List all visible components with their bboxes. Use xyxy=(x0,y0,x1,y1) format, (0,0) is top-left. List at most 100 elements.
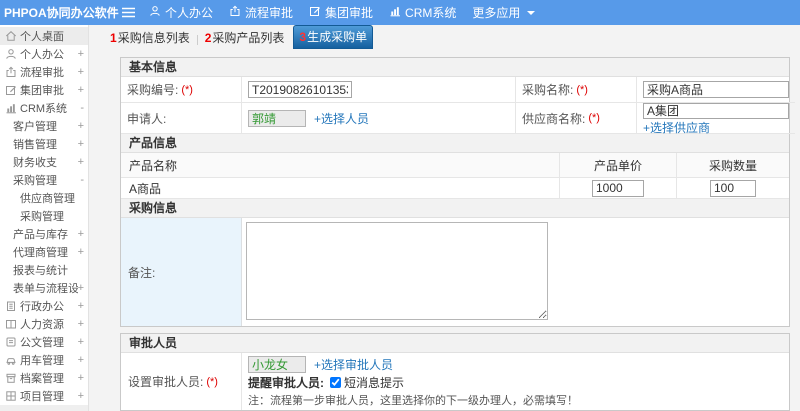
hamburger-menu-icon[interactable] xyxy=(122,7,135,18)
sidebar-item-product-inventory[interactable]: 产品与库存 + xyxy=(0,225,88,243)
expand-plus-icon[interactable]: + xyxy=(78,246,84,258)
sidebar-item-supplier-mgmt[interactable]: 供应商管理 xyxy=(0,189,88,207)
crm-chart-icon xyxy=(5,102,17,114)
car-icon xyxy=(5,354,17,366)
sidebar-item-purchase-mgmt[interactable]: 采购管理 - xyxy=(0,171,88,189)
col-header-qty: 采购数量 xyxy=(677,153,789,178)
sidebar-item-archive-mgmt[interactable]: 档案管理 + xyxy=(0,369,88,387)
sms-remind-label: 短消息提示 xyxy=(344,376,405,390)
expand-plus-icon[interactable]: + xyxy=(78,156,84,168)
sidebar-item-agent-mgmt[interactable]: 代理商管理 + xyxy=(0,243,88,261)
remark-label: 备注: xyxy=(121,218,242,326)
tab-purchase-product-list[interactable]: 2 采购产品列表 xyxy=(200,27,290,49)
purchase-no-input[interactable] xyxy=(248,81,352,98)
product-name-cell: A商品 xyxy=(121,178,560,199)
nav-more-apps[interactable]: 更多应用 xyxy=(472,4,536,21)
section-header-approver: 审批人员 xyxy=(121,334,789,353)
nav-crm-system[interactable]: CRM系统 xyxy=(389,4,456,21)
sidebar-item-flow-approval[interactable]: 流程审批 + xyxy=(0,63,88,81)
topbar: PHPOA协同办公软件 个人办公 流程审批 集团审批 CRM系统 更多应用 xyxy=(0,0,800,25)
purchase-name-label: 采购名称: (*) xyxy=(516,77,637,103)
sidebar-item-reports-stats[interactable]: 报表与统计 xyxy=(0,261,88,279)
applicant-label: 申请人: xyxy=(121,103,242,134)
product-table: 产品名称 产品单价 采购数量 A商品 xyxy=(121,153,789,199)
user-icon xyxy=(5,48,17,60)
expand-plus-icon[interactable]: + xyxy=(78,354,84,366)
expand-plus-icon[interactable]: + xyxy=(78,318,84,330)
purchase-name-input[interactable] xyxy=(643,81,789,98)
group-approval-icon xyxy=(309,5,321,20)
purchase-qty-input[interactable] xyxy=(710,179,756,197)
tab-generate-purchase-order[interactable]: 3 生成采购单 xyxy=(293,25,374,49)
purchase-no-label: 采购编号: (*) xyxy=(121,77,242,103)
expand-plus-icon[interactable]: + xyxy=(78,390,84,402)
sidebar-item-group-approval[interactable]: 集团审批 + xyxy=(0,81,88,99)
supplier-name-input[interactable] xyxy=(643,102,789,119)
sidebar-item-vehicle-mgmt[interactable]: 用车管理 + xyxy=(0,351,88,369)
remark-textarea[interactable] xyxy=(246,222,548,320)
office-building-icon xyxy=(5,300,17,312)
home-icon xyxy=(5,30,17,42)
sidebar-item-project-mgmt[interactable]: 项目管理 + xyxy=(0,387,88,405)
expand-plus-icon[interactable]: + xyxy=(78,120,84,132)
flow-approval-icon xyxy=(5,66,17,78)
sidebar-item-partial[interactable] xyxy=(0,405,88,411)
sidebar: 个人桌面 个人办公 + 流程审批 + 集团审批 + CRM系统 - 客户管理 + xyxy=(0,25,89,411)
remark-row: 备注: xyxy=(121,218,789,326)
basic-info-grid: 采购编号: (*) 采购名称: (*) 申请人: + xyxy=(121,77,795,136)
col-header-product-name: 产品名称 xyxy=(121,153,560,178)
nav-group-approval[interactable]: 集团审批 xyxy=(309,4,373,21)
sidebar-item-finance[interactable]: 财务收支 + xyxy=(0,153,88,171)
select-supplier-link[interactable]: +选择供应商 xyxy=(643,119,710,136)
applicant-input[interactable] xyxy=(248,109,306,127)
sidebar-item-form-flow-settings[interactable]: 表单与流程设置 + xyxy=(0,279,88,297)
tab-purchase-info-list[interactable]: 1 采购信息列表 xyxy=(105,27,195,49)
sidebar-item-purchase-mgmt-sub[interactable]: 采购管理 xyxy=(0,207,88,225)
sidebar-item-admin-office[interactable]: 行政办公 + xyxy=(0,297,88,315)
user-icon xyxy=(149,5,161,20)
supplier-name-label: 供应商名称: (*) xyxy=(516,103,637,134)
sidebar-item-customer-mgmt[interactable]: 客户管理 + xyxy=(0,117,88,135)
sidebar-item-sales-mgmt[interactable]: 销售管理 + xyxy=(0,135,88,153)
form-step-tabs: 1 采购信息列表 2 采购产品列表 3 生成采购单 xyxy=(105,25,800,49)
approver-input[interactable] xyxy=(248,356,306,373)
set-approver-label: 设置审批人员: (*) xyxy=(121,353,242,410)
expand-plus-icon[interactable]: + xyxy=(78,228,84,240)
crm-chart-icon xyxy=(389,5,401,20)
collapse-minus-icon[interactable]: - xyxy=(80,174,84,186)
approver-box: 审批人员 设置审批人员: (*) +选择审批人员 提醒审批人员: 短消息提示 xyxy=(120,333,790,411)
col-header-unit-price: 产品单价 xyxy=(560,153,677,178)
sidebar-item-personal-desktop[interactable]: 个人桌面 xyxy=(0,27,88,45)
expand-plus-icon[interactable]: + xyxy=(78,138,84,150)
document-icon xyxy=(5,336,17,348)
nav-personal-office[interactable]: 个人办公 xyxy=(149,4,213,21)
expand-plus-icon[interactable]: + xyxy=(78,84,84,96)
collapse-minus-icon[interactable]: - xyxy=(80,102,84,114)
project-grid-icon xyxy=(5,390,17,402)
sidebar-item-human-resources[interactable]: 人力资源 + xyxy=(0,315,88,333)
unit-price-input[interactable] xyxy=(592,179,644,197)
section-header-basic-info: 基本信息 xyxy=(121,58,789,77)
select-approver-link[interactable]: +选择审批人员 xyxy=(314,356,393,373)
expand-plus-icon[interactable]: + xyxy=(78,66,84,78)
section-header-purchase-info: 采购信息 xyxy=(121,199,789,218)
sms-remind-checkbox[interactable] xyxy=(330,377,341,388)
nav-flow-approval[interactable]: 流程审批 xyxy=(229,4,293,21)
sidebar-item-crm-system[interactable]: CRM系统 - xyxy=(0,99,88,117)
flow-approval-icon xyxy=(229,5,241,20)
sidebar-item-personal-office[interactable]: 个人办公 + xyxy=(0,45,88,63)
archive-icon xyxy=(5,372,17,384)
hr-book-icon xyxy=(5,318,17,330)
sidebar-item-document-mgmt[interactable]: 公文管理 + xyxy=(0,333,88,351)
expand-plus-icon[interactable]: + xyxy=(78,372,84,384)
expand-plus-icon[interactable]: + xyxy=(78,48,84,60)
expand-plus-icon[interactable]: + xyxy=(78,282,84,294)
caret-down-icon xyxy=(527,10,536,15)
expand-plus-icon[interactable]: + xyxy=(78,300,84,312)
remind-approver-label: 提醒审批人员: xyxy=(248,376,324,390)
select-person-link[interactable]: +选择人员 xyxy=(314,110,369,127)
main-content: 1 采购信息列表 2 采购产品列表 3 生成采购单 基本信息 采购编号: (*) xyxy=(89,25,800,411)
approver-note: 注：流程第一步审批人员，这里选择你的下一级办理人，必需填写！ xyxy=(248,395,578,407)
tab-separator xyxy=(196,35,198,45)
expand-plus-icon[interactable]: + xyxy=(78,336,84,348)
